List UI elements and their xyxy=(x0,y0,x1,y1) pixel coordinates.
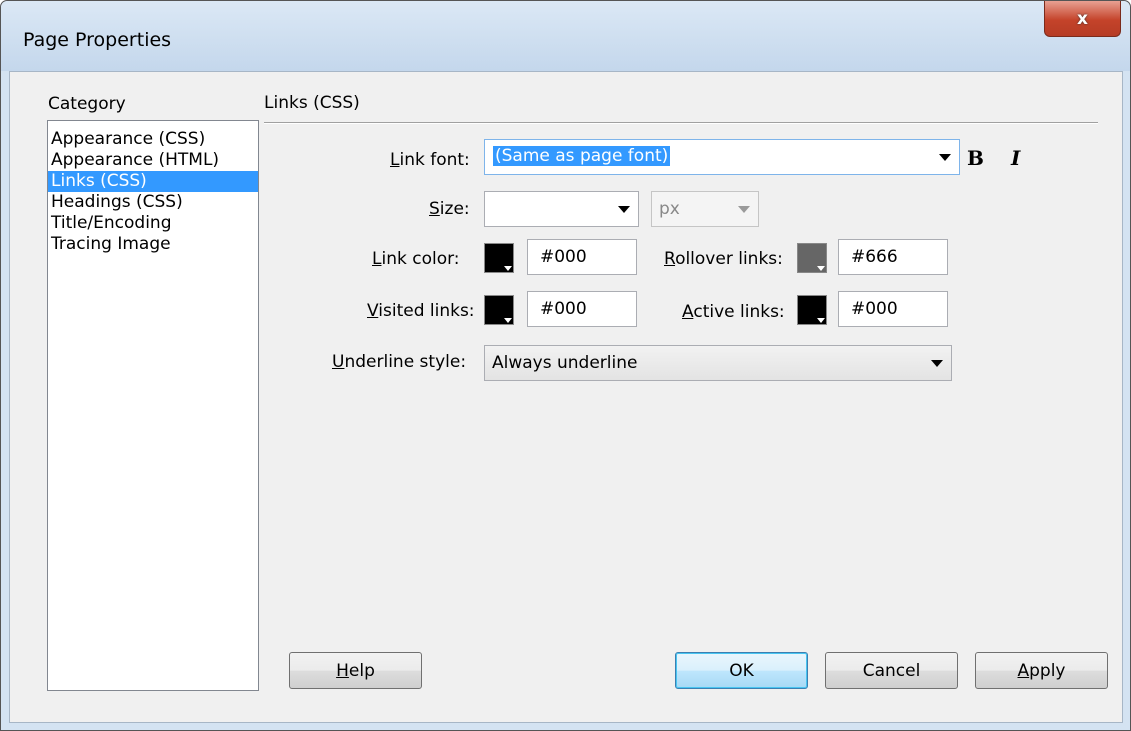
category-list[interactable]: Appearance (CSS) Appearance (HTML) Links… xyxy=(47,120,259,691)
link-color-label: Link color: xyxy=(372,249,460,269)
close-icon: x xyxy=(1077,8,1088,29)
underline-style-value: Always underline xyxy=(492,353,638,373)
dialog-title: Page Properties xyxy=(23,29,172,51)
category-label: Category xyxy=(48,94,126,114)
page-properties-dialog: Page Properties x Category Appearance (C… xyxy=(0,0,1131,731)
active-links-label: Active links: xyxy=(682,302,785,322)
underline-style-select[interactable]: Always underline xyxy=(484,345,952,381)
chevron-down-icon xyxy=(618,206,630,213)
category-item-links-css[interactable]: Links (CSS) xyxy=(48,171,258,192)
rollover-links-label: Rollover links: xyxy=(664,249,783,269)
ok-button[interactable]: OK xyxy=(675,652,808,689)
rollover-links-swatch[interactable] xyxy=(797,243,827,273)
chevron-down-icon xyxy=(738,206,750,213)
link-font-value: (Same as page font) xyxy=(493,146,671,166)
apply-button[interactable]: Apply xyxy=(975,652,1108,689)
category-item-title-encoding[interactable]: Title/Encoding xyxy=(48,213,258,234)
category-item-appearance-css[interactable]: Appearance (CSS) xyxy=(48,129,258,150)
size-label: Size: xyxy=(429,199,470,219)
rollover-links-input[interactable]: #666 xyxy=(838,239,948,275)
category-item-headings-css[interactable]: Headings (CSS) xyxy=(48,192,258,213)
category-item-appearance-html[interactable]: Appearance (HTML) xyxy=(48,150,258,171)
visited-links-label: Visited links: xyxy=(367,301,475,321)
italic-button[interactable]: I xyxy=(1011,146,1020,170)
title-bar: Page Properties xyxy=(1,1,1130,71)
dialog-body: Category Appearance (CSS) Appearance (HT… xyxy=(9,71,1123,723)
cancel-button[interactable]: Cancel xyxy=(825,652,958,689)
size-select[interactable] xyxy=(484,191,639,227)
link-font-select[interactable]: (Same as page font) xyxy=(484,139,960,175)
size-unit-value: px xyxy=(659,199,680,219)
close-button[interactable]: x xyxy=(1044,1,1121,37)
active-links-input[interactable]: #000 xyxy=(838,291,948,327)
active-links-swatch[interactable] xyxy=(797,295,827,325)
bold-button[interactable]: B xyxy=(967,146,984,170)
section-title: Links (CSS) xyxy=(264,93,360,113)
visited-links-input[interactable]: #000 xyxy=(527,291,637,327)
category-item-tracing-image[interactable]: Tracing Image xyxy=(48,234,258,255)
chevron-down-icon xyxy=(817,266,825,271)
section-divider xyxy=(264,122,1098,124)
chevron-down-icon xyxy=(939,154,951,161)
link-color-swatch[interactable] xyxy=(484,243,514,273)
chevron-down-icon xyxy=(504,266,512,271)
link-color-input[interactable]: #000 xyxy=(527,239,637,275)
chevron-down-icon xyxy=(817,318,825,323)
underline-style-label: Underline style: xyxy=(332,352,467,372)
link-font-label: Link font: xyxy=(390,150,470,170)
chevron-down-icon xyxy=(931,360,943,367)
size-unit-select: px xyxy=(651,191,759,227)
help-button[interactable]: Help xyxy=(289,652,422,689)
visited-links-swatch[interactable] xyxy=(484,295,514,325)
chevron-down-icon xyxy=(504,318,512,323)
